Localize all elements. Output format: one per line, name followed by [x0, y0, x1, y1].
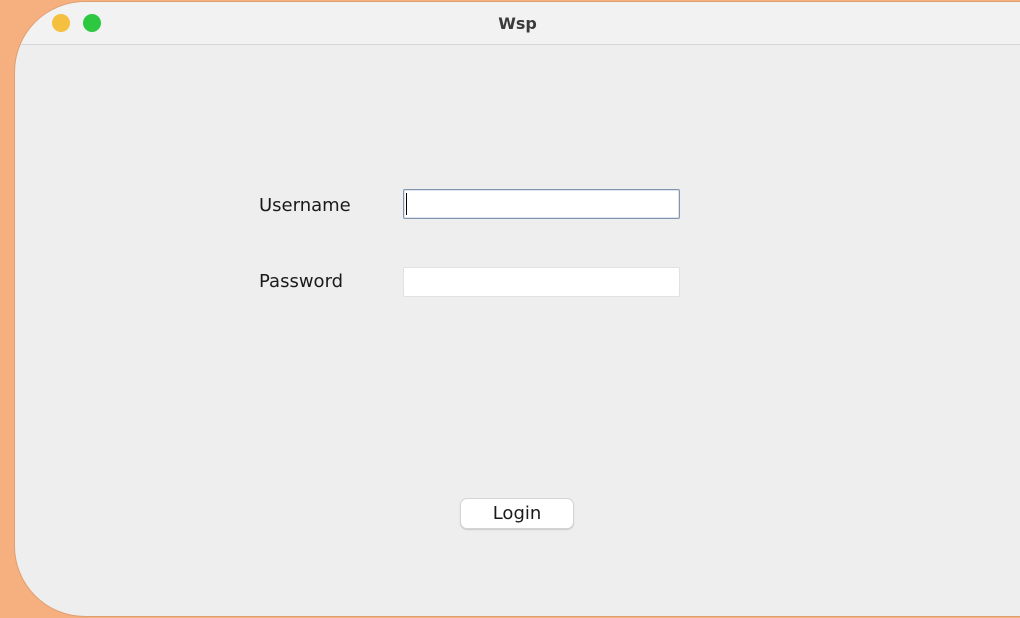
text-cursor	[406, 193, 407, 215]
password-label: Password	[259, 271, 344, 292]
login-window: Wsp Username Password Login	[15, 2, 1020, 616]
login-button[interactable]: Login	[460, 498, 574, 529]
username-label: Username	[259, 195, 351, 216]
username-input[interactable]	[403, 189, 680, 219]
desktop: Wsp Username Password Login	[0, 0, 1020, 618]
title-bar[interactable]: Wsp	[15, 2, 1020, 45]
password-input[interactable]	[403, 267, 680, 297]
window-title: Wsp	[498, 14, 537, 33]
